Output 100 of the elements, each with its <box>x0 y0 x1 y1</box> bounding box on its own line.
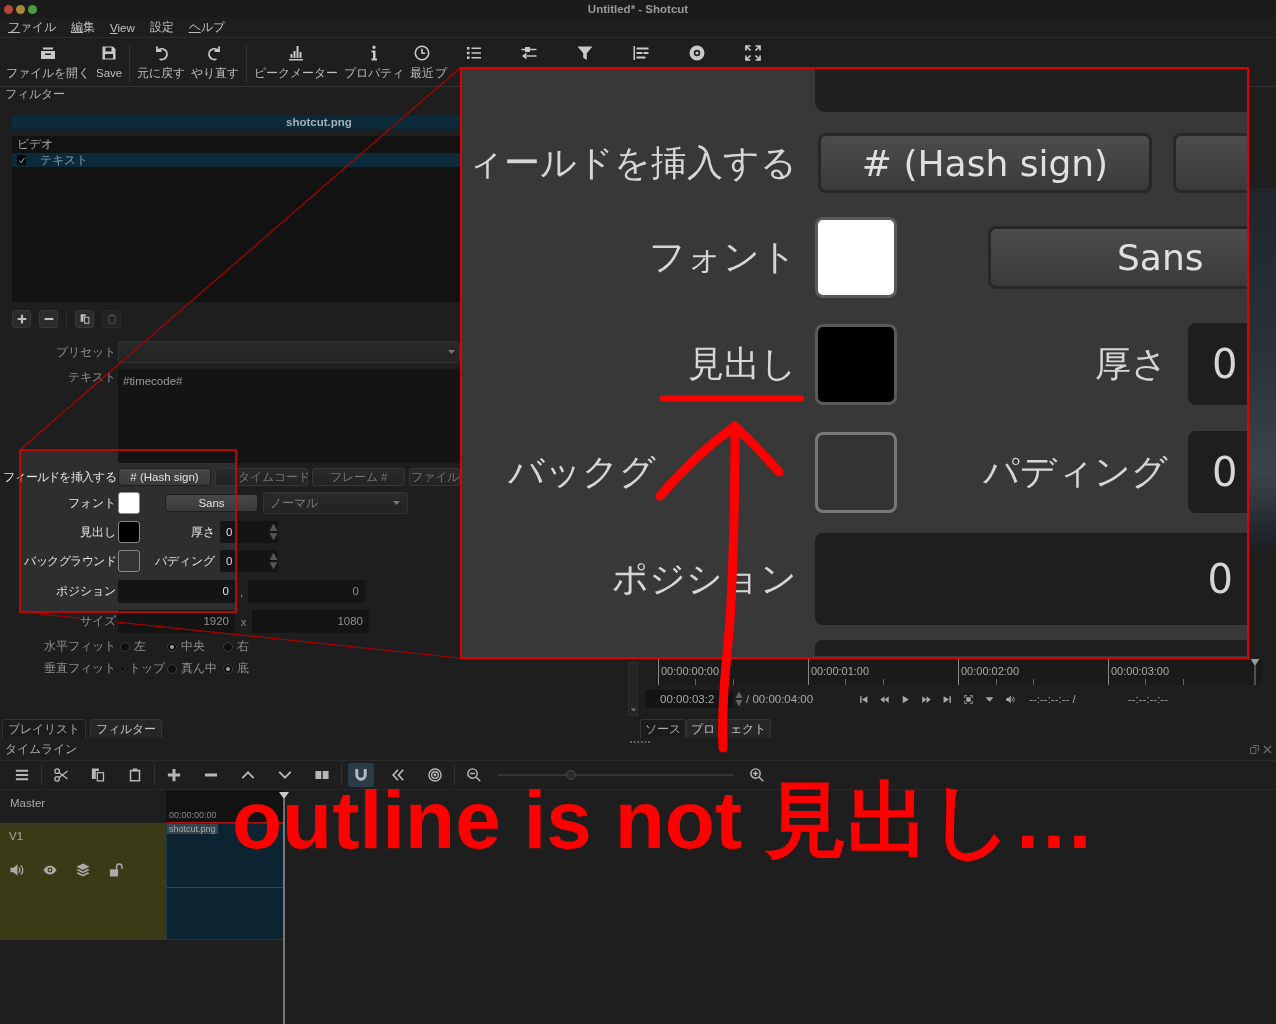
stepper-icon[interactable] <box>735 691 743 707</box>
menu-item[interactable]: 設定 <box>149 20 174 35</box>
toolbar-button[interactable]: プロパティ <box>341 42 408 80</box>
toolbar-button[interactable]: ピークメーター <box>251 42 342 80</box>
checkmark-icon <box>18 156 25 164</box>
duration-text: / 00:00:04:00 <box>746 693 814 705</box>
number-input[interactable]: 1080 <box>252 610 369 633</box>
dock-tab[interactable]: フィルター <box>90 719 162 738</box>
slider-handle[interactable] <box>565 770 576 780</box>
stepper-icon[interactable] <box>269 552 278 570</box>
scrollbar[interactable] <box>628 662 638 716</box>
eye-icon[interactable] <box>42 863 58 877</box>
toolbar-button[interactable]: やり直す <box>188 42 243 80</box>
copy-icon <box>79 313 90 324</box>
toolbar-button[interactable]: Save <box>93 42 126 80</box>
number-input[interactable]: 0 <box>248 580 365 603</box>
clip-title-bar: shotcut.png <box>12 116 460 129</box>
number-input[interactable]: 0 <box>1188 431 1247 513</box>
radio-option[interactable]: トップ <box>118 661 165 676</box>
field-label: フォント <box>68 495 116 511</box>
insert-field-button[interactable]: # (Hash sign) <box>118 468 211 486</box>
radio-icon[interactable] <box>223 663 233 674</box>
player-tab[interactable]: ソース <box>640 719 686 738</box>
number-input[interactable]: 0 <box>220 521 278 543</box>
color-swatch[interactable] <box>815 431 897 513</box>
group-header: ビデオ <box>17 138 53 150</box>
color-swatch[interactable] <box>118 492 140 514</box>
radio-option[interactable]: 真ん中 <box>165 661 221 676</box>
coordinate-separator: , <box>238 585 245 598</box>
copy-button[interactable] <box>75 309 94 328</box>
font-button[interactable]: Sans <box>165 494 258 512</box>
color-swatch[interactable] <box>118 521 140 543</box>
unlock-icon[interactable] <box>108 863 124 877</box>
close-icon[interactable] <box>1263 744 1272 754</box>
menu-item[interactable]: ヘルプ <box>188 20 225 35</box>
maximize-button[interactable] <box>28 4 37 14</box>
plug-arrow-icon <box>521 45 538 61</box>
style-dropdown[interactable]: ノーマル <box>263 492 408 514</box>
float-icon[interactable] <box>1250 744 1259 754</box>
toolbar-button[interactable]: 最近 <box>407 42 438 80</box>
radio-option[interactable]: 中央 <box>165 639 221 654</box>
radio-option[interactable]: 底 <box>221 661 460 676</box>
radio-icon[interactable] <box>167 663 177 674</box>
text-input[interactable] <box>815 69 1247 112</box>
insert-field-button[interactable]: # (Hash sign) <box>818 133 1152 193</box>
filter-icon <box>577 45 594 61</box>
radio-option[interactable]: 左 <box>118 639 165 654</box>
undo-icon <box>153 45 170 61</box>
caret-icon <box>392 499 401 507</box>
color-swatch[interactable] <box>118 550 140 572</box>
rewind-icon <box>880 694 890 704</box>
volume-icon[interactable] <box>9 863 25 877</box>
number-input[interactable]: 0 <box>815 533 1247 625</box>
scissors-icon <box>54 768 68 782</box>
track-header[interactable]: V1 <box>0 823 166 940</box>
plus-icon <box>167 768 181 782</box>
field-label: 厚さ <box>190 524 215 540</box>
radio-icon[interactable] <box>223 641 233 652</box>
toolbar-button[interactable]: ファイルを開く <box>3 42 93 80</box>
field-label: 見出し <box>687 341 797 386</box>
toolbar-button[interactable]: 元に戻す <box>134 42 189 80</box>
menu-item[interactable]: 編集 <box>71 20 95 35</box>
panel-title: フィルター <box>5 88 65 100</box>
menu-item[interactable]: View <box>110 21 135 34</box>
caret-icon[interactable] <box>629 707 637 713</box>
ruler-timecode: 00:00:00:00 <box>168 810 217 822</box>
filter-item[interactable]: テキスト <box>12 153 460 167</box>
radio-icon[interactable] <box>120 641 130 652</box>
field-label: プリセット <box>56 344 116 360</box>
color-swatch[interactable] <box>815 323 897 405</box>
fast-forward-icon <box>922 694 932 704</box>
minimize-button[interactable] <box>16 4 25 14</box>
field-label: 厚さ <box>1094 341 1168 386</box>
clip-label: shotcut.png <box>167 824 218 834</box>
add-button[interactable] <box>12 309 31 328</box>
text-input[interactable]: #timecode# <box>118 369 460 463</box>
ruler-timecode: 00:00:01:00 <box>810 664 870 678</box>
close-button[interactable] <box>4 4 13 14</box>
number-input[interactable]: 0 <box>118 580 235 603</box>
dock-tab[interactable]: プレイリスト <box>2 719 86 738</box>
remove-button[interactable] <box>39 309 58 328</box>
number-input[interactable]: 0 <box>220 550 278 572</box>
field-label: バックグラウンド <box>24 553 116 569</box>
radio-option[interactable]: 右 <box>221 639 460 654</box>
field-label: 水平フィット <box>44 639 116 654</box>
skip-forward-icon <box>943 694 953 704</box>
radio-icon[interactable] <box>167 641 177 652</box>
checkbox[interactable] <box>17 155 26 165</box>
copy-icon <box>91 768 105 782</box>
font-button[interactable]: Sans <box>988 226 1247 289</box>
menu-item[interactable]: ファイル <box>8 20 56 35</box>
fullscreen-icon <box>745 45 762 61</box>
layers-icon[interactable] <box>75 863 91 877</box>
stepper-icon[interactable] <box>269 523 278 541</box>
skip-back-icon <box>859 694 869 704</box>
number-input[interactable] <box>815 640 1247 656</box>
zoom-in-icon <box>750 768 764 782</box>
snap-button[interactable] <box>348 763 374 787</box>
color-swatch[interactable] <box>815 217 897 298</box>
number-input[interactable]: 0 <box>1188 323 1247 405</box>
